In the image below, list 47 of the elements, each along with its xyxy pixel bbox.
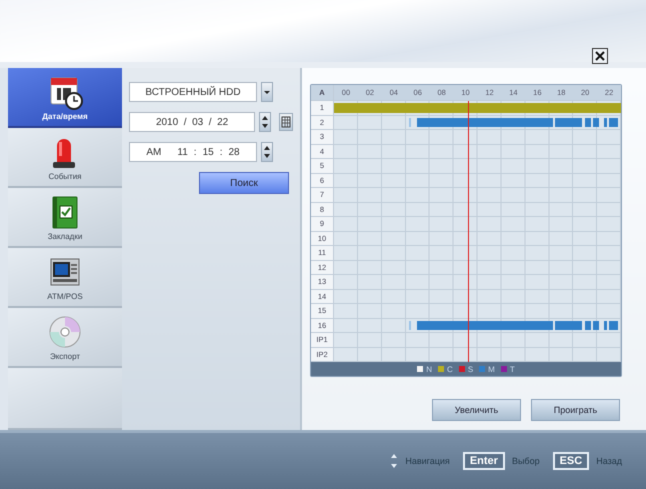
legend-label: N (426, 364, 432, 374)
recording-bar (593, 320, 600, 330)
key-hint: ESC (552, 452, 590, 470)
sidebar-label: Экспорт (50, 352, 80, 360)
sidebar-label: ATM/POS (47, 292, 83, 300)
hint-label: Назад (596, 456, 622, 466)
recording-bar (604, 118, 607, 127)
recording-bar (604, 320, 607, 330)
action-button[interactable]: Проиграть (531, 399, 620, 421)
recording-bar (408, 320, 411, 330)
sidebar-item[interactable]: Дата/время (8, 68, 122, 128)
source-dropdown[interactable]: ВСТРОЕННЫЙ HDD (129, 82, 257, 102)
legend-label: C (447, 364, 453, 374)
sidebar-item[interactable]: Закладки (8, 188, 122, 248)
sidebar-label: Закладки (48, 232, 82, 240)
sidebar-label: Дата/время (42, 112, 88, 120)
recording-bar (555, 320, 582, 330)
sidebar-item[interactable]: ATM/POS (8, 248, 122, 308)
sidebar-item[interactable]: События (8, 128, 122, 188)
caret-icon (264, 90, 270, 94)
calendar-button[interactable] (279, 113, 293, 131)
action-button[interactable]: Увеличить (432, 399, 521, 421)
close-icon[interactable] (592, 48, 608, 64)
time-field[interactable]: AM 11 : 15 : 28 (129, 142, 257, 162)
recording-bar (408, 118, 411, 127)
recording-bar (609, 118, 618, 127)
recording-bar (585, 118, 592, 127)
search-button[interactable]: Поиск (199, 172, 289, 194)
hint-label: Выбор (512, 456, 540, 466)
key-hint: Enter (462, 452, 505, 470)
recording-bar (585, 320, 592, 330)
legend-label: M (488, 364, 495, 374)
recording-bar (555, 118, 582, 127)
date-field[interactable]: 2010 / 03 / 22 (129, 112, 256, 132)
recording-bar (609, 320, 618, 330)
dropdown-button[interactable] (261, 82, 273, 102)
disc-icon (47, 314, 83, 350)
calendar-icon (281, 116, 292, 128)
sidebar-item[interactable]: Экспорт (8, 308, 122, 368)
spinner-control[interactable] (259, 112, 272, 132)
up-down-arrows-icon (390, 452, 398, 470)
recording-bar (593, 118, 600, 127)
sidebar-label: События (48, 172, 82, 180)
legend-label: T (510, 364, 515, 374)
legend-label: S (468, 364, 474, 374)
hint-label: Навигация (405, 456, 450, 466)
spinner-control[interactable] (261, 142, 273, 162)
